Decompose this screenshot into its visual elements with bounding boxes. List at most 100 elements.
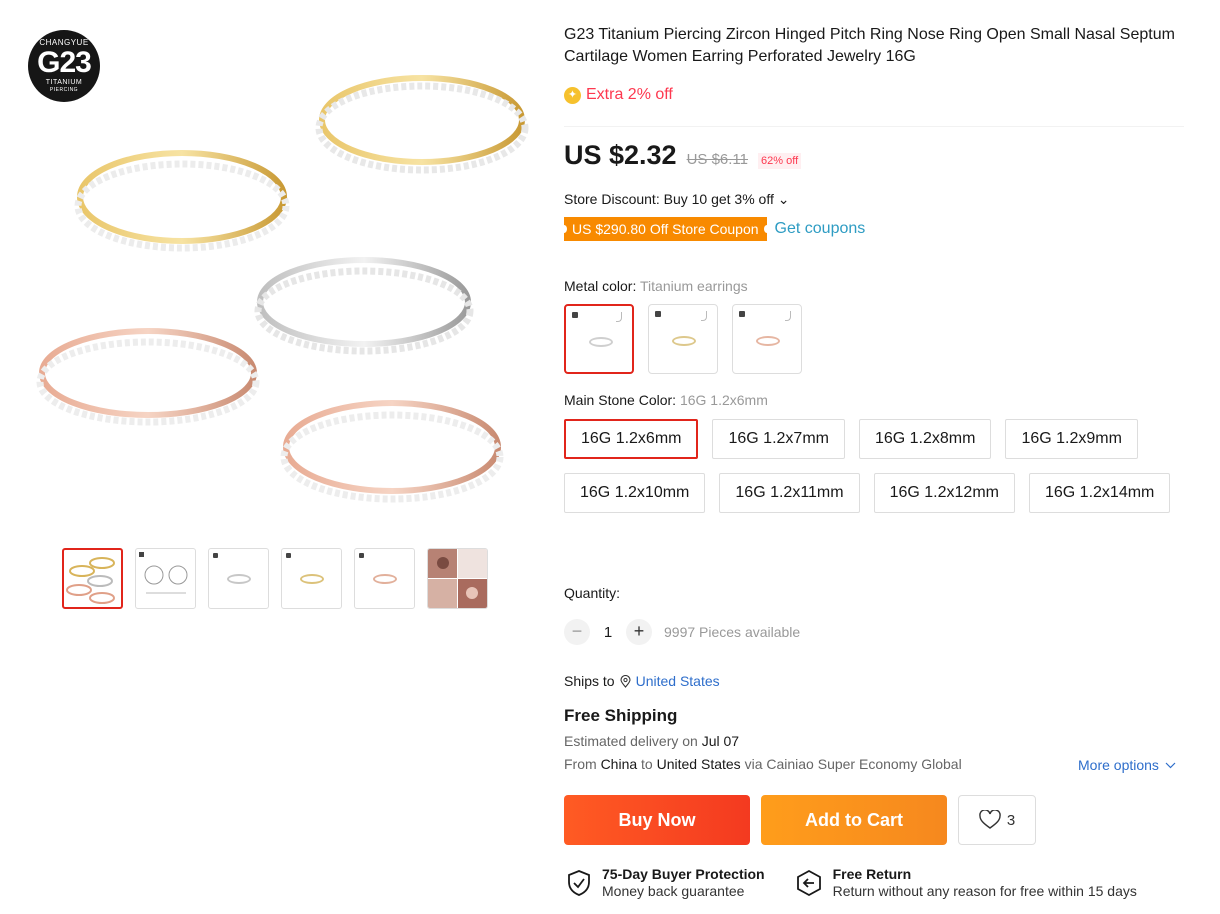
quantity-increase-button[interactable]: + bbox=[626, 619, 652, 645]
stone-option[interactable]: 16G 1.2x9mm bbox=[1005, 419, 1138, 459]
more-options-label: More options bbox=[1078, 757, 1159, 773]
metal-option-rose[interactable] bbox=[732, 304, 802, 374]
store-coupon-badge: US $290.80 Off Store Coupon bbox=[561, 217, 770, 241]
thumbnail-2-image bbox=[139, 552, 188, 594]
route-origin: China bbox=[600, 756, 638, 772]
buyer-protection-title: 75-Day Buyer Protection bbox=[602, 866, 765, 882]
metal-color-value: Titanium earrings bbox=[640, 278, 748, 294]
option-mark bbox=[655, 311, 661, 317]
quantity-decrease-button[interactable]: − bbox=[564, 619, 590, 645]
stone-color-label-text: Main Stone Color: bbox=[564, 392, 677, 408]
more-shipping-options[interactable]: More options bbox=[1078, 757, 1176, 773]
thumbnail-5-mark bbox=[359, 553, 364, 558]
guarantees: 75-Day Buyer Protection Money back guara… bbox=[566, 866, 1137, 900]
divider bbox=[564, 126, 1184, 127]
ring-rose-left bbox=[36, 328, 260, 426]
quantity-label: Quantity: bbox=[564, 585, 621, 601]
wishlist-count: 3 bbox=[1006, 811, 1016, 829]
main-product-image[interactable] bbox=[24, 60, 544, 540]
option-ring bbox=[589, 337, 613, 347]
thumbnail-4[interactable] bbox=[281, 548, 342, 609]
stone-options: 16G 1.2x6mm 16G 1.2x7mm 16G 1.2x8mm 16G … bbox=[564, 419, 1204, 513]
store-discount[interactable]: Store Discount: Buy 10 get 3% off ⌄ bbox=[564, 191, 789, 208]
thumbnail-5[interactable] bbox=[354, 548, 415, 609]
pieces-available: 9997 Pieces available bbox=[664, 624, 801, 640]
option-hook bbox=[785, 311, 791, 321]
thumbnail-4-ring bbox=[299, 573, 324, 584]
stone-color-value: 16G 1.2x6mm bbox=[679, 392, 768, 408]
add-to-cart-button[interactable]: Add to Cart bbox=[761, 795, 947, 845]
product-gallery: CHANGYUE G23 TITANIUM PIERCING bbox=[24, 20, 544, 620]
price-row: US $2.32 US $6.11 62% off bbox=[564, 140, 802, 171]
extra-offer: ✦ Extra 2% off bbox=[564, 86, 673, 104]
option-hook bbox=[616, 312, 622, 322]
current-price: US $2.32 bbox=[564, 140, 677, 170]
buyer-protection: 75-Day Buyer Protection Money back guara… bbox=[566, 866, 765, 900]
stone-option[interactable]: 16G 1.2x10mm bbox=[564, 473, 706, 513]
estimated-delivery-date: Jul 07 bbox=[701, 733, 740, 749]
free-shipping: Free Shipping bbox=[564, 706, 678, 725]
stone-option[interactable]: 16G 1.2x14mm bbox=[1028, 473, 1171, 513]
option-ring bbox=[672, 336, 696, 346]
metal-color-options bbox=[564, 304, 802, 374]
thumbnail-6[interactable] bbox=[427, 548, 488, 609]
get-coupons-link[interactable]: Get coupons bbox=[775, 220, 866, 238]
heart-icon bbox=[979, 810, 1001, 829]
free-return-title: Free Return bbox=[832, 866, 912, 882]
shipping-route: From China to United States via Cainiao … bbox=[564, 756, 962, 772]
thumbnail-strip bbox=[62, 548, 488, 609]
metal-option-gold[interactable] bbox=[648, 304, 718, 374]
ring-gold-left bbox=[74, 150, 290, 252]
ships-to-label: Ships to bbox=[564, 673, 615, 689]
coin-icon: ✦ bbox=[564, 86, 581, 104]
thumbnail-2[interactable] bbox=[135, 548, 196, 609]
ship-country-link[interactable]: United States bbox=[636, 673, 720, 689]
stone-option[interactable]: 16G 1.2x11mm bbox=[719, 473, 860, 513]
thumbnail-6-image bbox=[428, 549, 487, 608]
product-title: G23 Titanium Piercing Zircon Hinged Pitc… bbox=[564, 26, 1175, 65]
estimated-delivery-prefix: Estimated delivery on bbox=[564, 733, 702, 749]
route-destination: United States bbox=[656, 756, 741, 772]
route-carrier: via Cainiao Super Economy Global bbox=[740, 756, 962, 772]
metal-color-label-text: Metal color: bbox=[564, 278, 637, 294]
thumbnail-4-mark bbox=[286, 553, 291, 558]
wishlist-button[interactable]: 3 bbox=[958, 795, 1036, 845]
free-return-subtitle: Return without any reason for free withi… bbox=[832, 883, 1137, 899]
buyer-protection-text: 75-Day Buyer Protection Money back guara… bbox=[602, 866, 765, 900]
option-mark bbox=[739, 311, 745, 317]
stone-option[interactable]: 16G 1.2x8mm bbox=[858, 419, 992, 459]
shield-check-icon bbox=[568, 870, 590, 896]
stone-color-label: Main Stone Color: 16G 1.2x6mm bbox=[564, 392, 768, 408]
option-hook bbox=[701, 311, 707, 321]
estimated-delivery: Estimated delivery on Jul 07 bbox=[564, 733, 739, 749]
option-ring bbox=[756, 336, 780, 346]
route-to-word: to bbox=[637, 756, 657, 772]
ships-to: Ships to United States bbox=[564, 673, 720, 689]
stone-option[interactable]: 16G 1.2x6mm bbox=[564, 419, 699, 459]
thumbnail-3[interactable] bbox=[208, 548, 269, 609]
metal-option-silver[interactable] bbox=[564, 304, 634, 374]
thumbnail-3-mark bbox=[213, 553, 218, 558]
buyer-protection-subtitle: Money back guarantee bbox=[602, 883, 745, 899]
thumbnail-5-ring bbox=[372, 573, 397, 584]
quantity-input[interactable]: 1 bbox=[590, 624, 626, 641]
thumbnail-1[interactable] bbox=[62, 548, 123, 609]
stone-option[interactable]: 16G 1.2x12mm bbox=[873, 473, 1015, 513]
metal-color-label: Metal color: Titanium earrings bbox=[564, 278, 748, 294]
thumbnail-1-image bbox=[66, 557, 115, 604]
free-return: Free Return Return without any reason fo… bbox=[795, 866, 1137, 900]
option-mark bbox=[572, 312, 578, 318]
ring-rose-right bbox=[280, 400, 504, 503]
location-pin-icon bbox=[620, 674, 631, 688]
thumbnail-3-ring bbox=[226, 573, 251, 584]
chevron-down-icon bbox=[1165, 762, 1176, 768]
ring-gold-top bbox=[315, 75, 529, 174]
discount-badge: 62% off bbox=[758, 153, 802, 169]
coupon-row: US $290.80 Off Store Coupon Get coupons bbox=[561, 217, 866, 241]
return-icon bbox=[796, 869, 821, 897]
quantity-stepper: − 1 + 9997 Pieces available bbox=[564, 619, 800, 645]
buy-now-button[interactable]: Buy Now bbox=[564, 795, 750, 845]
stone-option[interactable]: 16G 1.2x7mm bbox=[712, 419, 845, 459]
ring-silver bbox=[254, 257, 474, 355]
action-buttons: Buy Now Add to Cart 3 bbox=[564, 795, 1036, 845]
